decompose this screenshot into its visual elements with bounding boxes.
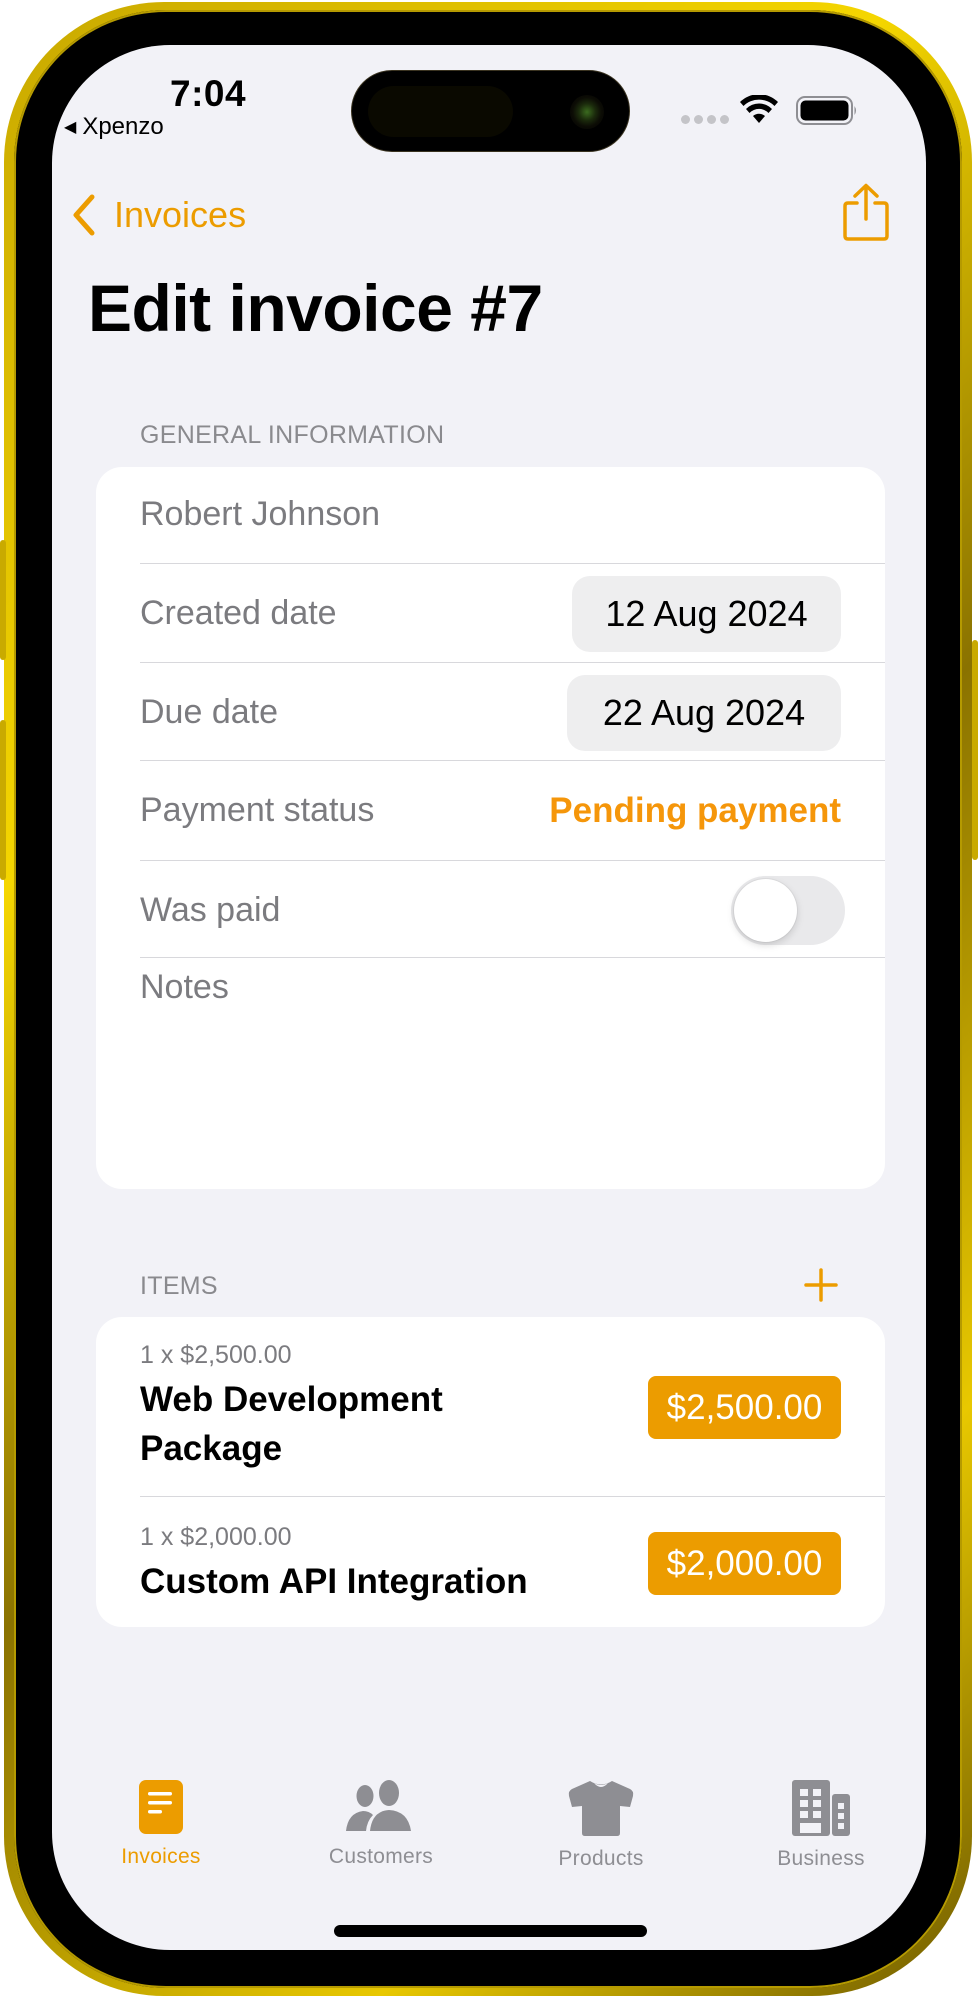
phone-power-button [972, 640, 978, 860]
tab-invoices[interactable]: Invoices [61, 1779, 261, 1869]
was-paid-toggle[interactable] [731, 876, 845, 945]
phone-side-button [0, 540, 6, 660]
dynamic-island [351, 70, 630, 152]
customer-name-field[interactable]: Robert Johnson [140, 495, 380, 534]
tab-label: Business [777, 1847, 865, 1870]
item-name: Web Development Package [140, 1380, 443, 1468]
due-date-picker[interactable]: 22 Aug 2024 [567, 675, 841, 751]
plus-icon[interactable] [801, 1265, 841, 1305]
created-date-label: Created date [140, 594, 337, 632]
back-triangle-icon: ◀ [64, 119, 77, 136]
phone-side-button [0, 720, 6, 880]
section-header-general: GENERAL INFORMATION [140, 421, 445, 449]
share-icon[interactable] [842, 183, 890, 241]
notes-field[interactable]: Notes [140, 968, 229, 1007]
payment-status-label: Payment status [140, 791, 375, 829]
wifi-icon [740, 95, 778, 123]
was-paid-label: Was paid [140, 891, 281, 929]
battery-icon [796, 96, 856, 125]
tab-customers[interactable]: Customers [281, 1779, 481, 1869]
payment-status-row[interactable]: Payment status Pending payment [96, 761, 885, 861]
line-item[interactable]: 1 x $2,500.00 Web Development Package $2… [96, 1317, 885, 1497]
building-icon [792, 1780, 850, 1836]
chevron-left-icon [73, 194, 95, 236]
back-button[interactable]: Invoices [70, 193, 246, 237]
notes-row[interactable]: Notes [96, 958, 885, 1189]
due-date-row: Due date 22 Aug 2024 [96, 663, 885, 761]
back-button-label: Invoices [114, 194, 247, 235]
front-camera-icon [570, 95, 604, 129]
created-date-picker[interactable]: 12 Aug 2024 [572, 576, 841, 652]
item-quantity-price: 1 x $2,000.00 [140, 1523, 292, 1551]
customer-row[interactable]: Robert Johnson [96, 467, 885, 564]
due-date-label: Due date [140, 693, 278, 731]
items-card: 1 x $2,500.00 Web Development Package $2… [96, 1317, 885, 1627]
status-time: 7:04 [170, 73, 247, 114]
app-screen: 7:04 ◀ Xpenzo Invoices Edit invoice #7 G… [52, 45, 926, 1950]
item-quantity-price: 1 x $2,500.00 [140, 1341, 292, 1369]
cellular-signal-icon [681, 115, 729, 124]
return-app-label: Xpenzo [82, 113, 164, 140]
section-header-items: ITEMS [140, 1272, 218, 1300]
island-sensor [368, 86, 513, 137]
invoice-doc-icon [139, 1780, 183, 1834]
tab-products[interactable]: Products [501, 1779, 701, 1871]
line-item[interactable]: 1 x $2,000.00 Custom API Integration $2,… [96, 1497, 885, 1627]
return-to-app-link[interactable]: ◀ Xpenzo [64, 113, 164, 141]
tab-business[interactable]: Business [721, 1779, 921, 1871]
tshirt-icon [568, 1781, 634, 1836]
item-name: Custom API Integration [140, 1562, 528, 1601]
general-information-card: Robert Johnson Created date 12 Aug 2024 … [96, 467, 885, 1189]
home-indicator[interactable] [334, 1925, 647, 1937]
people-icon [346, 1780, 411, 1831]
created-date-row: Created date 12 Aug 2024 [96, 564, 885, 663]
item-total-badge[interactable]: $2,000.00 [648, 1532, 841, 1595]
toggle-knob [734, 879, 797, 942]
tab-label: Products [558, 1847, 644, 1870]
page-title: Edit invoice #7 [88, 271, 543, 345]
tab-label: Invoices [121, 1845, 201, 1868]
item-total-badge[interactable]: $2,500.00 [648, 1376, 841, 1439]
tab-label: Customers [328, 1845, 434, 1868]
payment-status-picker[interactable]: Pending payment [549, 791, 841, 831]
was-paid-row: Was paid [96, 861, 885, 958]
